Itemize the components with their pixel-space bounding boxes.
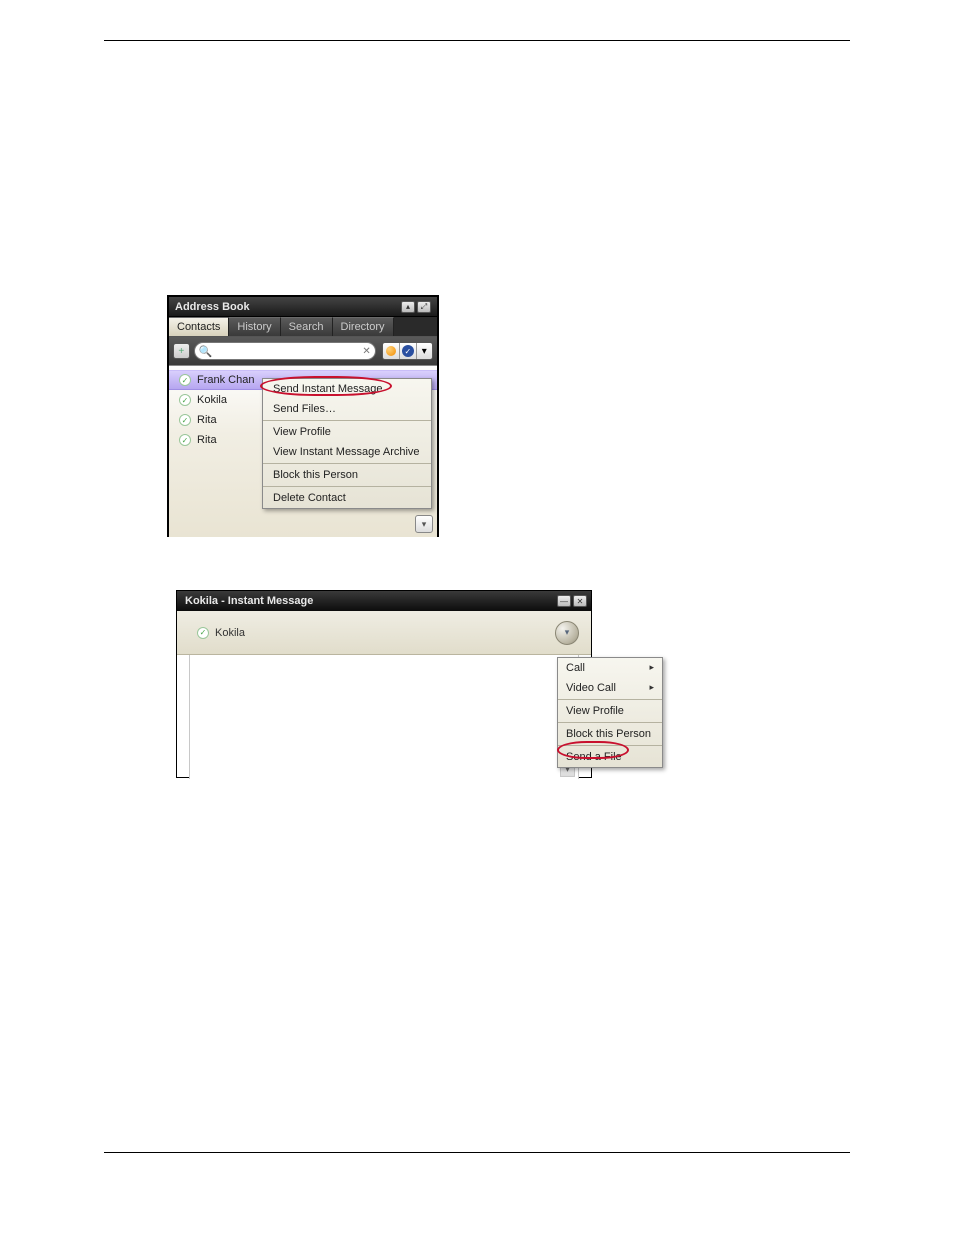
menu-separator (558, 722, 662, 723)
contact-context-menu: Send Instant Message Send Files… View Pr… (262, 378, 432, 509)
menu-label: View Instant Message Archive (273, 446, 420, 458)
menu-label: View Profile (566, 705, 624, 717)
add-contact-icon[interactable]: + (173, 343, 190, 359)
filter-online-button[interactable]: ✓ (399, 343, 415, 359)
menu-separator (558, 745, 662, 746)
filter-group: ✓ ▾ (382, 342, 433, 360)
status-online-icon (179, 414, 191, 426)
menu-delete-contact[interactable]: Delete Contact (263, 488, 431, 508)
page-rule-bottom (104, 1152, 850, 1153)
status-online-icon (179, 394, 191, 406)
check-icon: ✓ (402, 345, 414, 357)
menu-view-archive[interactable]: View Instant Message Archive (263, 442, 431, 462)
menu-label: Send a File (566, 751, 622, 763)
titlebar: Kokila - Instant Message — ✕ (177, 591, 591, 611)
tab-contacts[interactable]: Contacts (169, 317, 229, 336)
minimize-button[interactable]: — (557, 595, 571, 607)
chevron-right-icon: ▸ (649, 662, 654, 674)
search-icon: 🔍 (199, 345, 213, 358)
status-online-icon (197, 627, 209, 639)
contact-name: Rita (197, 434, 217, 446)
menu-label: View Profile (273, 426, 331, 438)
actions-dropdown-button[interactable]: ▾ (555, 621, 579, 645)
filter-away-button[interactable] (383, 343, 399, 359)
menu-separator (263, 420, 431, 421)
expand-button[interactable]: ⤢ (417, 301, 431, 313)
im-contact: Kokila (197, 627, 555, 639)
menu-send-files[interactable]: Send Files… (263, 399, 431, 419)
tab-search[interactable]: Search (281, 317, 333, 336)
chevron-right-icon: ▸ (649, 682, 654, 694)
menu-call[interactable]: Call ▸ (558, 658, 662, 678)
tab-history[interactable]: History (229, 317, 280, 336)
status-online-icon (179, 434, 191, 446)
menu-separator (558, 699, 662, 700)
menu-label: Call (566, 662, 585, 674)
clear-search-icon[interactable]: ✕ (362, 346, 370, 357)
menu-view-profile[interactable]: View Profile (263, 422, 431, 442)
minimize-button[interactable]: ▴ (401, 301, 415, 313)
tab-bar: Contacts History Search Directory (169, 317, 437, 337)
menu-view-profile[interactable]: View Profile (558, 701, 662, 721)
window-title: Kokila - Instant Message (185, 595, 555, 607)
search-field[interactable] (216, 344, 362, 358)
search-input[interactable]: 🔍 ✕ (194, 342, 376, 360)
window-title: Address Book (175, 301, 399, 313)
menu-separator (263, 463, 431, 464)
message-area[interactable] (189, 655, 579, 779)
im-header: Kokila ▾ (177, 611, 591, 655)
im-window: Kokila - Instant Message — ✕ Kokila ▾ ▴ … (176, 590, 592, 778)
menu-label: Send Instant Message (273, 383, 382, 395)
menu-video-call[interactable]: Video Call ▸ (558, 678, 662, 698)
tab-label: Directory (341, 321, 385, 333)
tab-label: Search (289, 321, 324, 333)
contact-name: Kokila (215, 627, 245, 639)
search-toolbar: + 🔍 ✕ ✓ ▾ (169, 337, 437, 365)
tab-label: History (237, 321, 271, 333)
contact-name: Rita (197, 414, 217, 426)
status-online-icon (179, 374, 191, 386)
menu-send-instant-message[interactable]: Send Instant Message (263, 379, 431, 399)
tab-directory[interactable]: Directory (333, 317, 394, 336)
scroll-down-button[interactable]: ▾ (415, 515, 433, 533)
contact-name: Frank Chan (197, 374, 254, 386)
menu-block-person[interactable]: Block this Person (558, 724, 662, 744)
titlebar: Address Book ▴ ⤢ (169, 297, 437, 317)
menu-label: Send Files… (273, 403, 336, 415)
menu-label: Delete Contact (273, 492, 346, 504)
tab-label: Contacts (177, 321, 220, 333)
menu-send-file[interactable]: Send a File (558, 747, 662, 767)
menu-label: Block this Person (566, 728, 651, 740)
menu-label: Video Call (566, 682, 616, 694)
filter-dropdown-button[interactable]: ▾ (416, 343, 432, 359)
im-actions-menu: Call ▸ Video Call ▸ View Profile Block thi… (557, 657, 663, 768)
menu-label: Block this Person (273, 469, 358, 481)
menu-separator (263, 486, 431, 487)
page-rule-top (104, 40, 850, 41)
menu-block-person[interactable]: Block this Person (263, 465, 431, 485)
away-icon (386, 346, 396, 356)
close-button[interactable]: ✕ (573, 595, 587, 607)
contact-name: Kokila (197, 394, 227, 406)
